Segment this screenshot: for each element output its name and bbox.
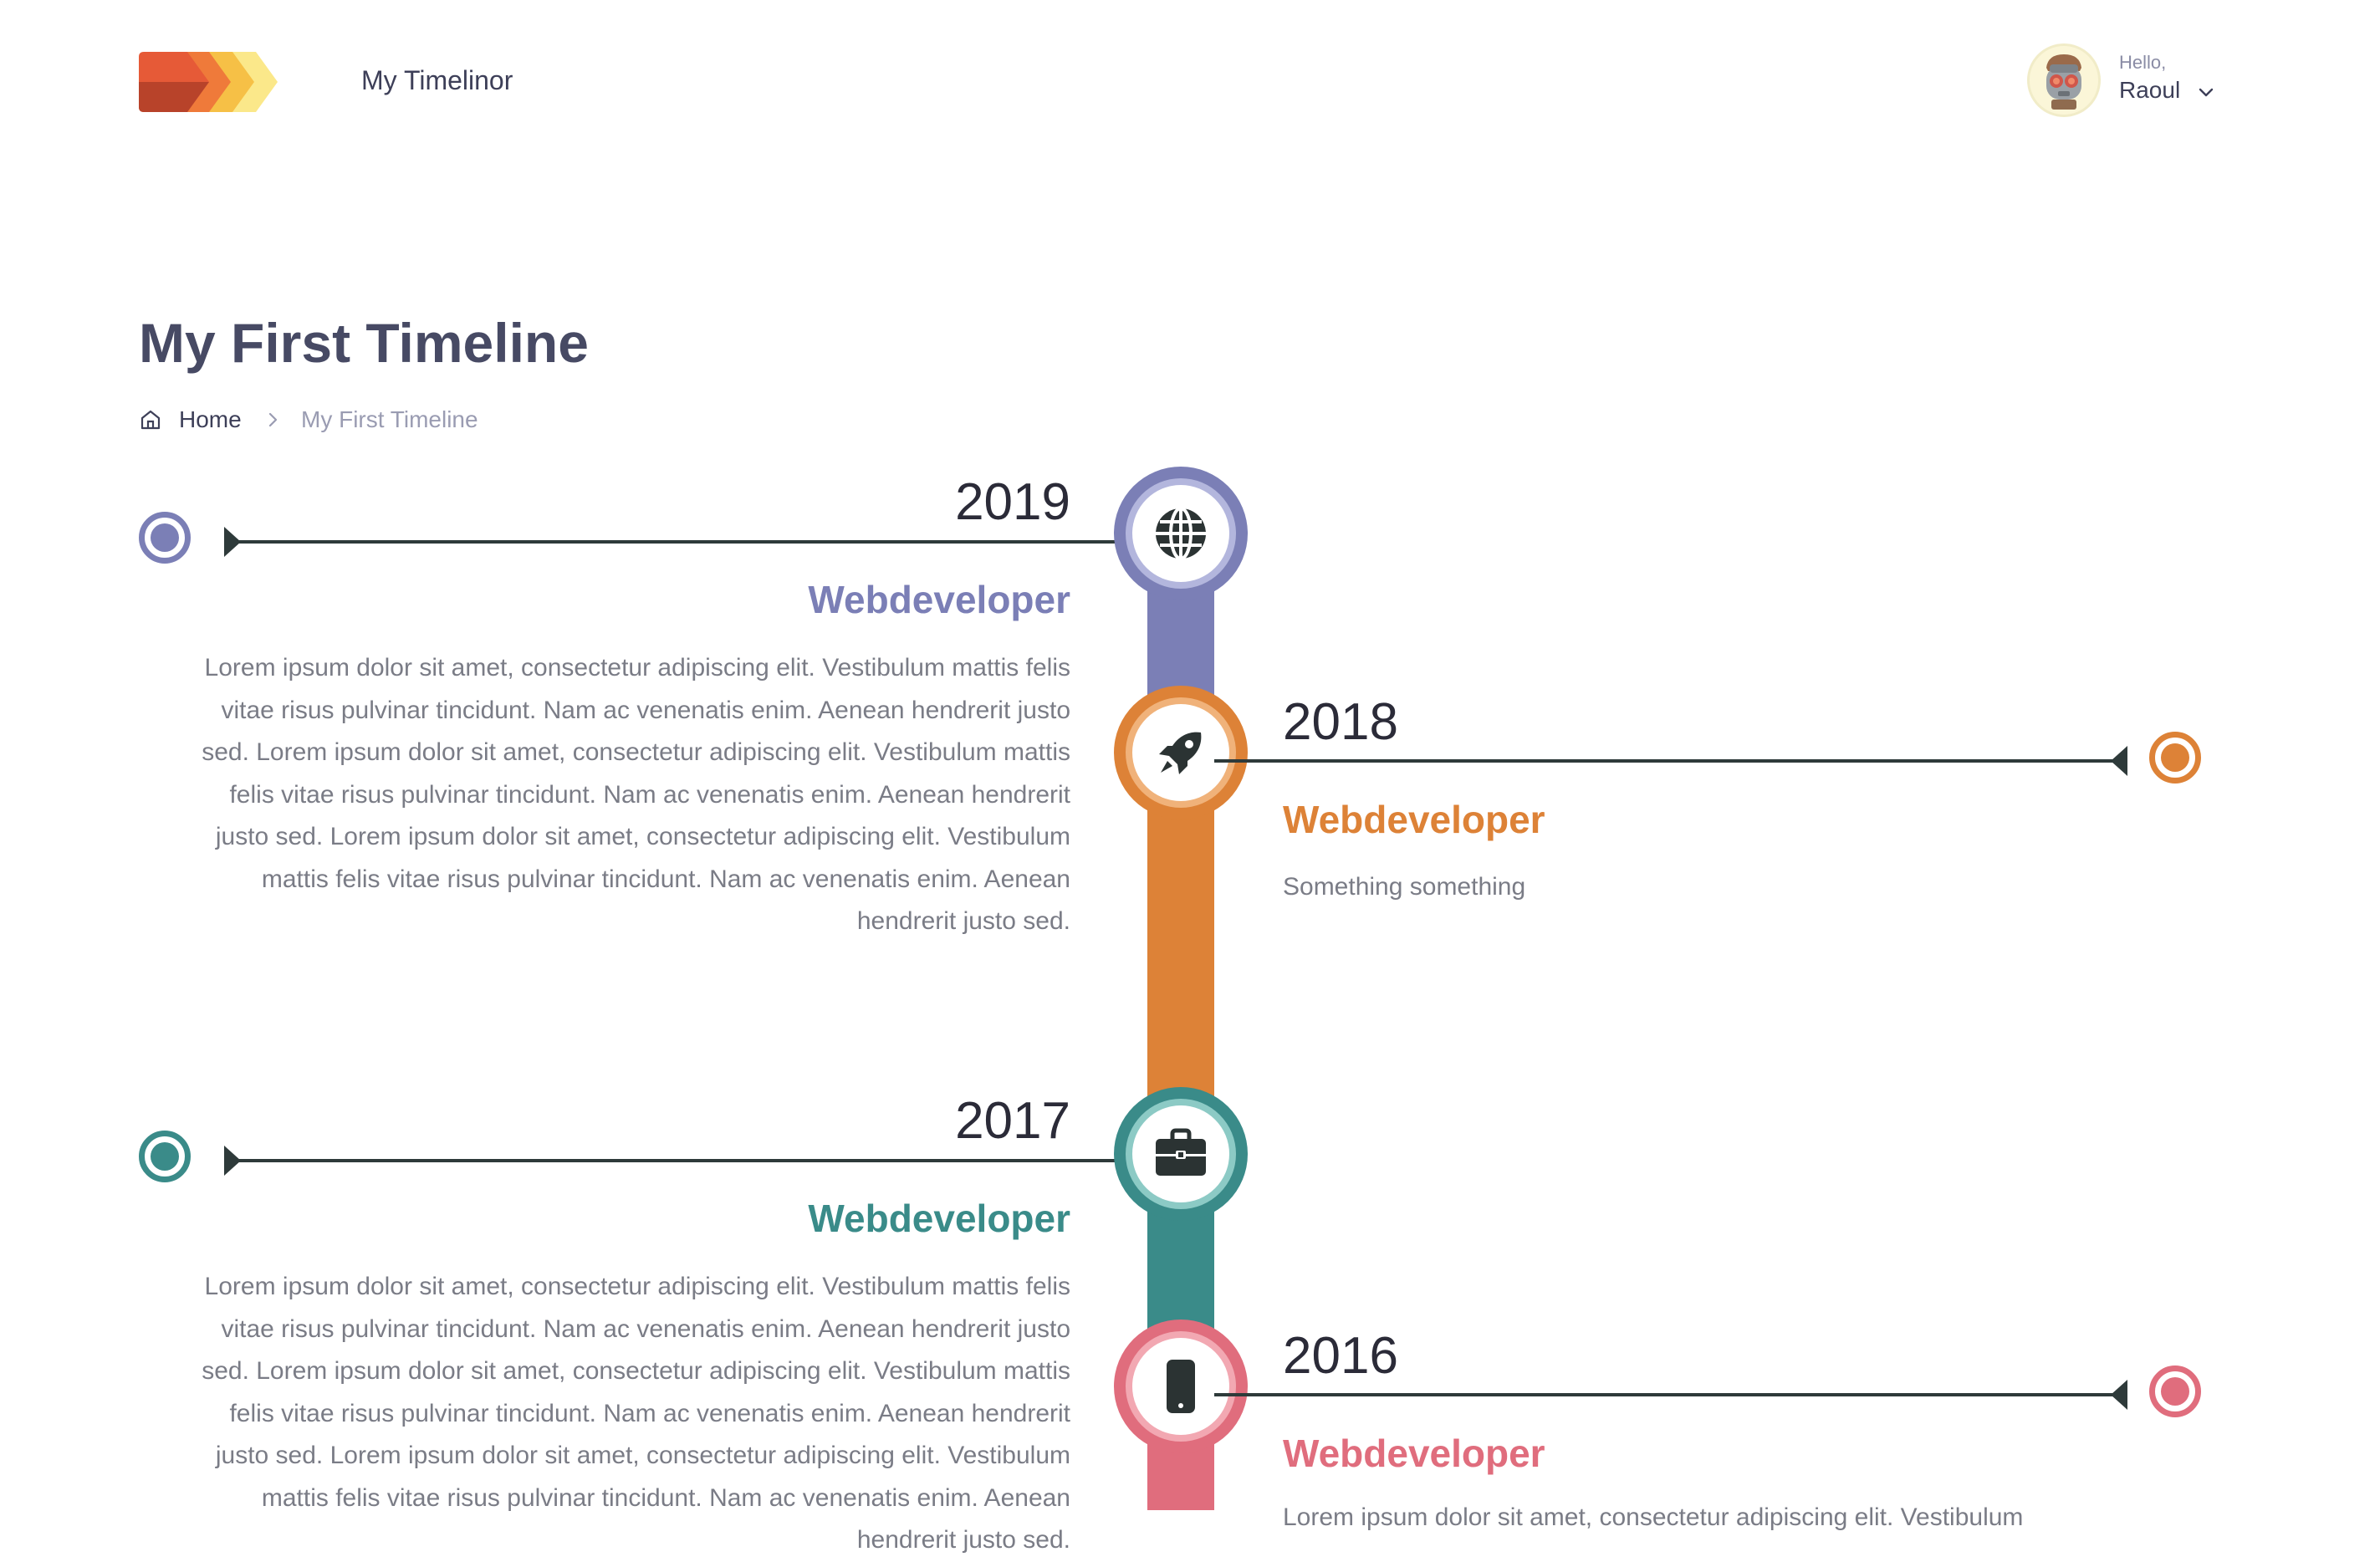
timeline-node[interactable] [1114, 467, 1248, 600]
timeline-description: Lorem ipsum dolor sit amet, consectetur … [1283, 1503, 2024, 1531]
timeline-end-marker [139, 1131, 191, 1182]
timeline-role: Webdeveloper [808, 578, 1070, 621]
arrow-left-icon [2111, 1380, 2127, 1410]
timeline-connector [234, 1159, 1154, 1162]
home-icon[interactable] [139, 408, 162, 431]
globe-icon [1156, 507, 1206, 560]
astronaut-avatar-icon [2046, 54, 2081, 110]
timeline-end-marker [2149, 732, 2201, 784]
timeline-node[interactable] [1114, 1320, 1248, 1453]
timeline-role: Webdeveloper [1283, 1432, 1545, 1475]
timeline-end-marker [139, 512, 191, 564]
timeline-spine-segment [1147, 803, 1214, 1120]
timeline-connector [234, 540, 1154, 544]
rocket-icon [1159, 732, 1202, 774]
timeline-description: Something something [1283, 873, 1526, 901]
greeting: Hello, [2119, 52, 2167, 73]
timeline-year: 2019 [955, 473, 1070, 531]
timeline-role: Webdeveloper [808, 1197, 1070, 1240]
avatar[interactable] [2027, 43, 2101, 117]
timeline-spine-segment [1147, 1204, 1214, 1338]
timeline-description: Lorem ipsum dolor sit amet, consectetur … [202, 654, 1070, 935]
breadcrumb-home-link[interactable]: Home [179, 406, 242, 433]
arrow-left-icon [2111, 746, 2127, 776]
user-name[interactable]: Raoul [2119, 77, 2180, 104]
timeline-description: Lorem ipsum dolor sit amet, consectetur … [202, 1273, 1070, 1554]
chevron-down-icon[interactable] [2196, 82, 2216, 102]
timeline-year: 2017 [955, 1092, 1070, 1150]
timeline-spine-segment [1147, 585, 1214, 702]
chevron-right-icon [268, 412, 278, 427]
page-title: My First Timeline [139, 312, 589, 374]
smartphone-icon [1167, 1360, 1195, 1413]
timeline-end-marker [2149, 1365, 2201, 1417]
timeline-role: Webdeveloper [1283, 798, 1545, 841]
timeline-year: 2018 [1283, 693, 1398, 751]
chevron-stack-logo[interactable] [139, 52, 278, 112]
app-title[interactable]: My Timelinor [361, 65, 513, 96]
timeline-node[interactable] [1114, 1087, 1248, 1221]
timeline-connector [1214, 759, 2127, 763]
timeline-connector [1214, 1393, 2127, 1396]
timeline-node[interactable] [1114, 686, 1248, 819]
timeline-year: 2016 [1283, 1327, 1398, 1385]
briefcase-icon [1156, 1128, 1206, 1176]
breadcrumb-current: My First Timeline [301, 406, 478, 432]
